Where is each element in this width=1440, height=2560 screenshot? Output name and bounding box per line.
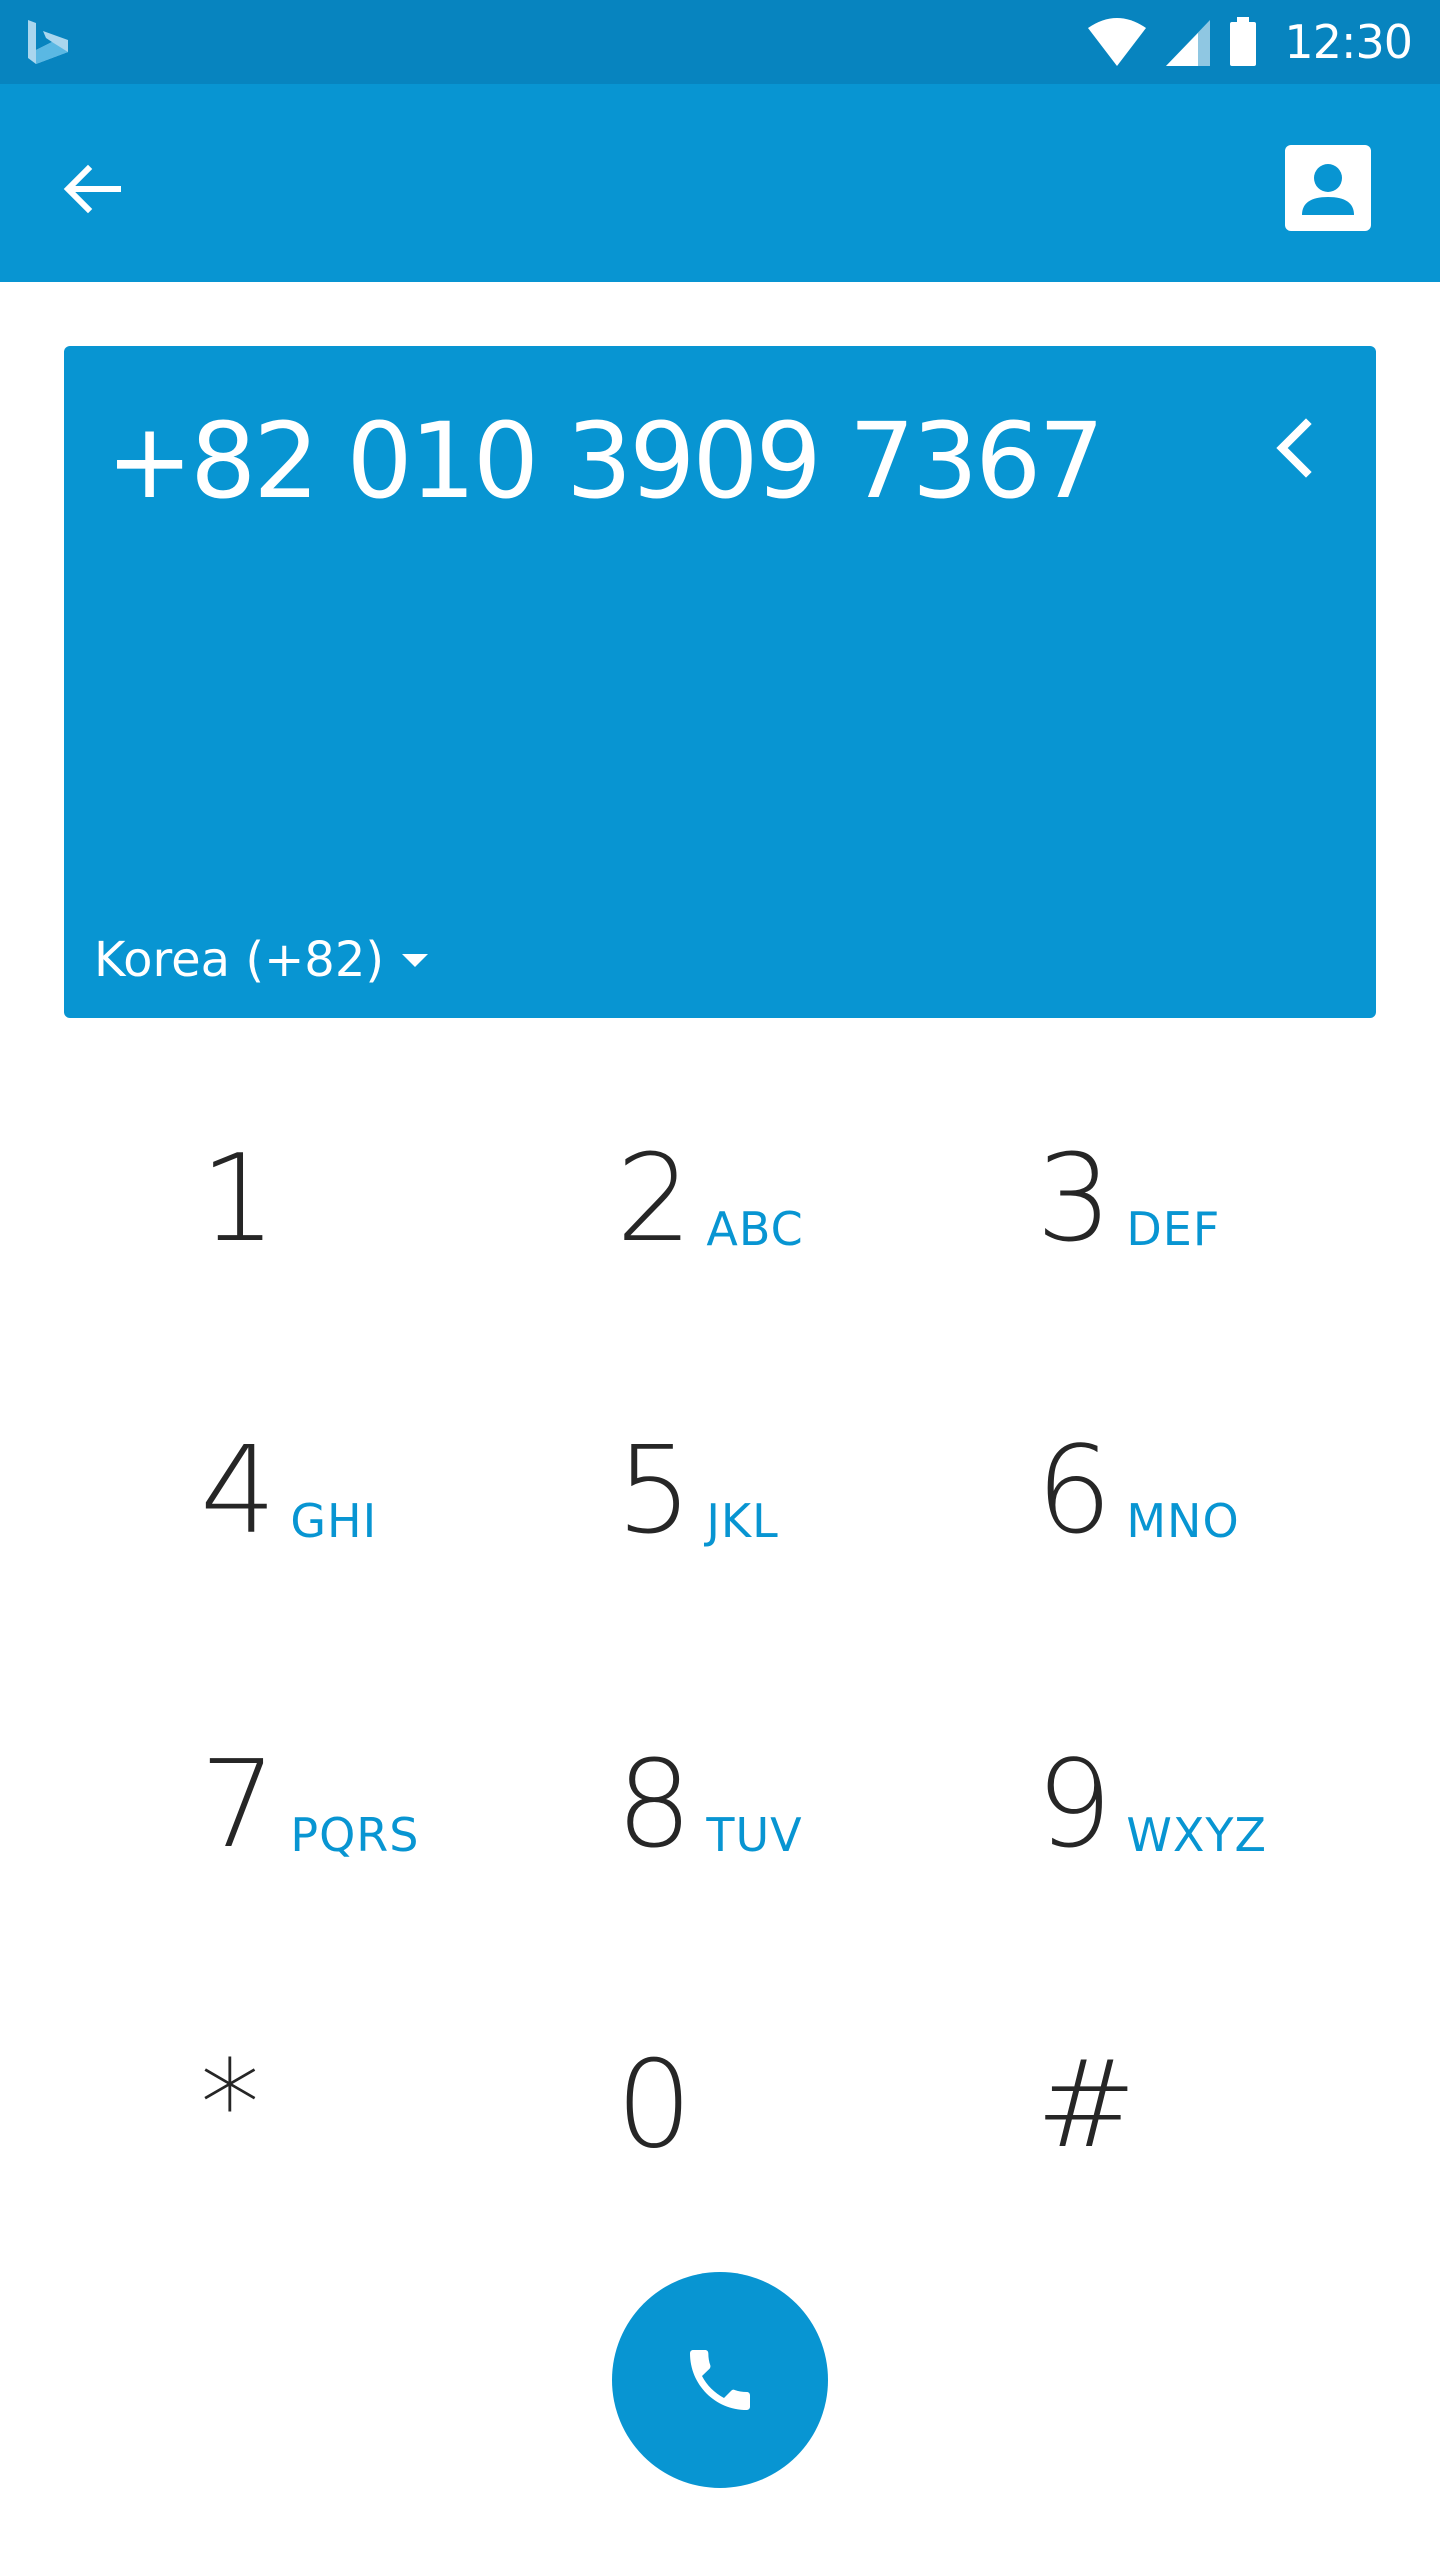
cell-signal-icon: [1166, 20, 1211, 66]
key-digit: 6: [1036, 1422, 1113, 1561]
key-star[interactable]: *: [200, 1966, 260, 2166]
key-7[interactable]: 7 PQRS: [200, 1666, 419, 1866]
key-digit: *: [200, 2036, 260, 2175]
battery-icon: [1230, 17, 1257, 66]
key-digit: 3: [1036, 1130, 1113, 1269]
contacts-button[interactable]: [1278, 138, 1378, 238]
back-button[interactable]: [50, 147, 134, 231]
key-letters: ABC: [706, 1202, 804, 1256]
backspace-button[interactable]: [1244, 398, 1344, 498]
key-5[interactable]: 5 JKL: [616, 1352, 779, 1552]
app-bar: [0, 84, 1440, 282]
back-arrow-icon: [63, 164, 121, 214]
key-letters: GHI: [290, 1494, 378, 1548]
key-digit: #: [1036, 2036, 1137, 2175]
dropdown-triangle-icon: [402, 954, 429, 967]
key-hash[interactable]: #: [1036, 1966, 1137, 2166]
key-letters: WXYZ: [1126, 1808, 1267, 1862]
key-letters: JKL: [706, 1494, 779, 1548]
key-1[interactable]: 1: [200, 1060, 276, 1260]
status-bar: 12:30: [0, 0, 1440, 84]
backspace-chevron-icon: [1276, 418, 1312, 478]
key-digit: 2: [616, 1130, 693, 1269]
status-icons: 12:30: [1086, 0, 1413, 84]
key-digit: 8: [616, 1736, 693, 1875]
country-label: Korea (+82): [94, 932, 385, 988]
key-8[interactable]: 8 TUV: [616, 1666, 803, 1866]
key-4[interactable]: 4 GHI: [200, 1352, 377, 1552]
key-digit: 4: [200, 1422, 277, 1561]
key-letters: TUV: [706, 1808, 803, 1862]
key-3[interactable]: 3 DEF: [1036, 1060, 1220, 1260]
key-letters: MNO: [1126, 1494, 1240, 1548]
bing-logo-icon: [28, 20, 68, 64]
key-digit: 7: [200, 1736, 277, 1875]
key-2[interactable]: 2 ABC: [616, 1060, 804, 1260]
key-digit: 5: [616, 1422, 693, 1561]
contacts-icon: [1285, 145, 1371, 231]
key-digit: 1: [200, 1130, 277, 1269]
key-6[interactable]: 6 MNO: [1036, 1352, 1240, 1552]
phone-icon: [690, 2350, 750, 2410]
number-card: +82 010 3909 7367 Korea (+82): [64, 346, 1376, 1018]
key-letters: DEF: [1126, 1202, 1221, 1256]
status-time: 12:30: [1284, 15, 1413, 69]
country-selector[interactable]: Korea (+82): [94, 932, 429, 988]
key-letters: PQRS: [290, 1808, 420, 1862]
key-0[interactable]: 0: [616, 1966, 692, 2166]
key-9[interactable]: 9 WXYZ: [1036, 1666, 1267, 1866]
phone-number-display[interactable]: +82 010 3909 7367: [106, 400, 1104, 522]
call-button[interactable]: [612, 2272, 828, 2488]
wifi-icon: [1088, 18, 1147, 66]
key-digit: 9: [1036, 1736, 1113, 1875]
key-digit: 0: [616, 2036, 693, 2175]
